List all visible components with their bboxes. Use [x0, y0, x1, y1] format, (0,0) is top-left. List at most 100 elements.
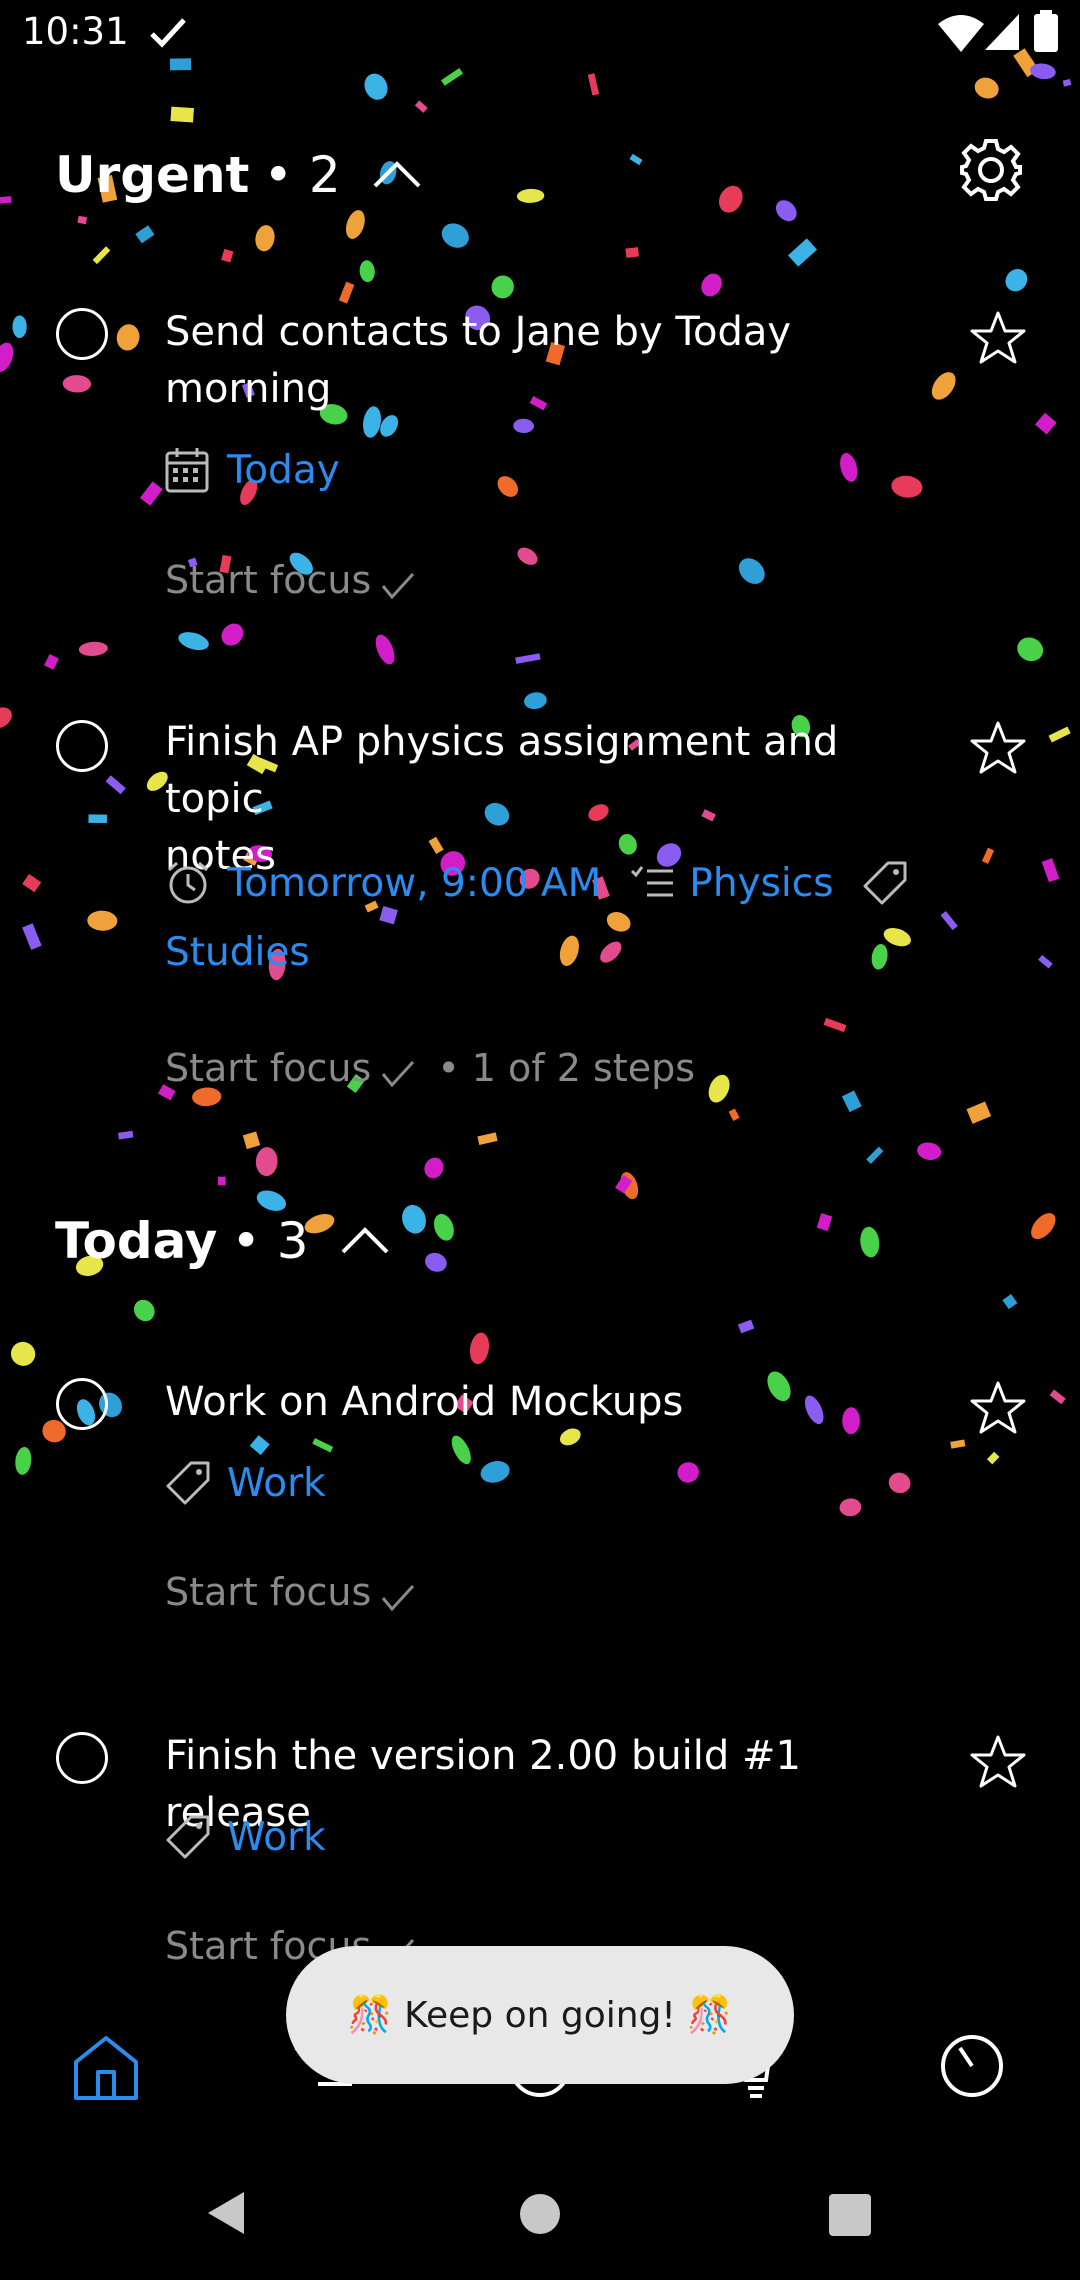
confetti-piece: [12, 315, 27, 339]
confetti-piece: [787, 238, 818, 267]
alarm-clock-icon: [168, 861, 208, 904]
confetti-piece: [364, 73, 388, 100]
start-focus-button[interactable]: Start focus: [165, 558, 415, 602]
confetti-piece: [860, 1226, 880, 1258]
star-icon[interactable]: [970, 1734, 1026, 1790]
confetti-piece: [105, 775, 126, 795]
confetti-piece: [677, 1462, 699, 1483]
confetti-piece: [0, 342, 14, 373]
confetti-piece: [221, 623, 244, 646]
chevron-up-icon[interactable]: [373, 161, 421, 188]
confetti-piece: [139, 481, 163, 506]
confetti-piece: [981, 847, 995, 864]
star-icon[interactable]: [970, 1380, 1026, 1436]
confetti-piece: [0, 707, 12, 729]
confetti-piece: [606, 912, 631, 932]
confetti-piece: [629, 153, 643, 166]
task-reminder[interactable]: Tomorrow, 9:00 AM: [227, 861, 601, 906]
confetti-piece: [1041, 858, 1060, 883]
confetti-piece: [10, 1341, 36, 1366]
start-focus-button[interactable]: Start focus: [165, 1570, 415, 1614]
task-checkbox[interactable]: [56, 720, 108, 772]
confetti-piece: [1034, 412, 1057, 435]
task-title-line: morning: [165, 366, 332, 412]
confetti-piece: [1031, 1213, 1056, 1240]
check-icon: [150, 18, 186, 48]
confetti-piece: [425, 1252, 447, 1272]
task-title-line: Work on Android Mockups: [165, 1379, 684, 1425]
confetti-piece: [816, 1213, 833, 1232]
confetti-piece: [559, 935, 579, 966]
confetti-piece: [841, 1090, 862, 1113]
recents-icon[interactable]: [829, 2194, 871, 2236]
confetti-piece: [718, 185, 743, 213]
checkmark-icon: [382, 1060, 415, 1088]
task-meta-row: Today: [165, 444, 340, 496]
status-bar: 10:31: [0, 0, 1080, 66]
confetti-piece: [433, 1213, 454, 1241]
task-checkbox[interactable]: [56, 308, 108, 360]
confetti-piece: [469, 1332, 490, 1365]
task-meta-row: Work: [165, 1810, 326, 1864]
confetti-piece: [440, 68, 464, 86]
section-header-urgent[interactable]: Urgent • 2: [55, 140, 421, 210]
confetti-piece: [1038, 954, 1053, 969]
confetti-piece: [249, 1435, 270, 1456]
toast-message: 🎊 Keep on going! 🎊: [286, 1946, 794, 2084]
confetti-piece: [823, 1017, 847, 1033]
home-circle-icon[interactable]: [519, 2193, 561, 2235]
back-icon[interactable]: [206, 2190, 246, 2236]
signal-icon: [985, 14, 1019, 50]
task-checkbox[interactable]: [56, 1378, 108, 1430]
task-tag[interactable]: Work: [227, 1815, 326, 1860]
confetti-piece: [359, 260, 375, 283]
confetti-piece: [346, 210, 365, 239]
confetti-piece: [1048, 726, 1071, 743]
confetti-piece: [1017, 637, 1044, 662]
chevron-up-icon[interactable]: [341, 1227, 389, 1254]
confetti-piece: [134, 1299, 155, 1322]
task-meta-row: Work: [165, 1456, 326, 1510]
task-date[interactable]: Today: [227, 448, 340, 493]
task-tag[interactable]: Work: [227, 1461, 326, 1506]
confetti-piece: [1049, 1389, 1066, 1405]
confetti-piece: [22, 873, 42, 893]
task-meta-row: Tomorrow, 9:00 AM Physics: [165, 856, 908, 910]
task-checkbox[interactable]: [56, 1732, 108, 1784]
confetti-piece: [775, 200, 797, 222]
confetti-piece: [15, 1447, 32, 1475]
confetti-piece: [931, 372, 956, 400]
list-icon: [631, 866, 674, 897]
confetti-piece: [135, 225, 155, 244]
confetti-piece: [1062, 79, 1072, 87]
start-focus-button[interactable]: Start focus • 1 of 2 steps: [165, 1046, 695, 1090]
gear-icon[interactable]: [958, 137, 1024, 203]
confetti-piece: [497, 476, 519, 497]
start-focus-label: Start focus: [165, 1570, 372, 1614]
section-header-today[interactable]: Today • 3: [55, 1206, 389, 1276]
confetti-piece: [728, 1108, 740, 1121]
confetti-piece: [600, 941, 622, 963]
task-title[interactable]: Work on Android Mockups: [165, 1374, 925, 1431]
task-title[interactable]: Send contacts to Jane by Today morning: [165, 304, 925, 418]
star-icon[interactable]: [970, 720, 1026, 776]
confetti-piece: [178, 632, 209, 651]
home-icon[interactable]: [72, 2034, 140, 2100]
confetti-piece: [424, 1157, 444, 1179]
confetti-piece: [974, 77, 999, 99]
star-icon[interactable]: [970, 310, 1026, 366]
confetti-piece: [22, 923, 42, 950]
confetti-piece: [170, 106, 194, 123]
battery-icon: [1034, 10, 1058, 52]
confetti-piece: [375, 634, 395, 665]
confetti-piece: [0, 196, 12, 204]
section-title: Today: [55, 1212, 218, 1270]
confetti-piece: [738, 558, 765, 584]
confetti-piece: [77, 215, 88, 225]
confetti-piece: [708, 1074, 730, 1103]
task-list[interactable]: Physics: [689, 861, 833, 906]
confetti-piece: [517, 547, 538, 565]
task-tag[interactable]: Studies: [165, 930, 310, 975]
focus-timer-icon[interactable]: [940, 2034, 1004, 2098]
confetti-piece: [78, 641, 108, 656]
